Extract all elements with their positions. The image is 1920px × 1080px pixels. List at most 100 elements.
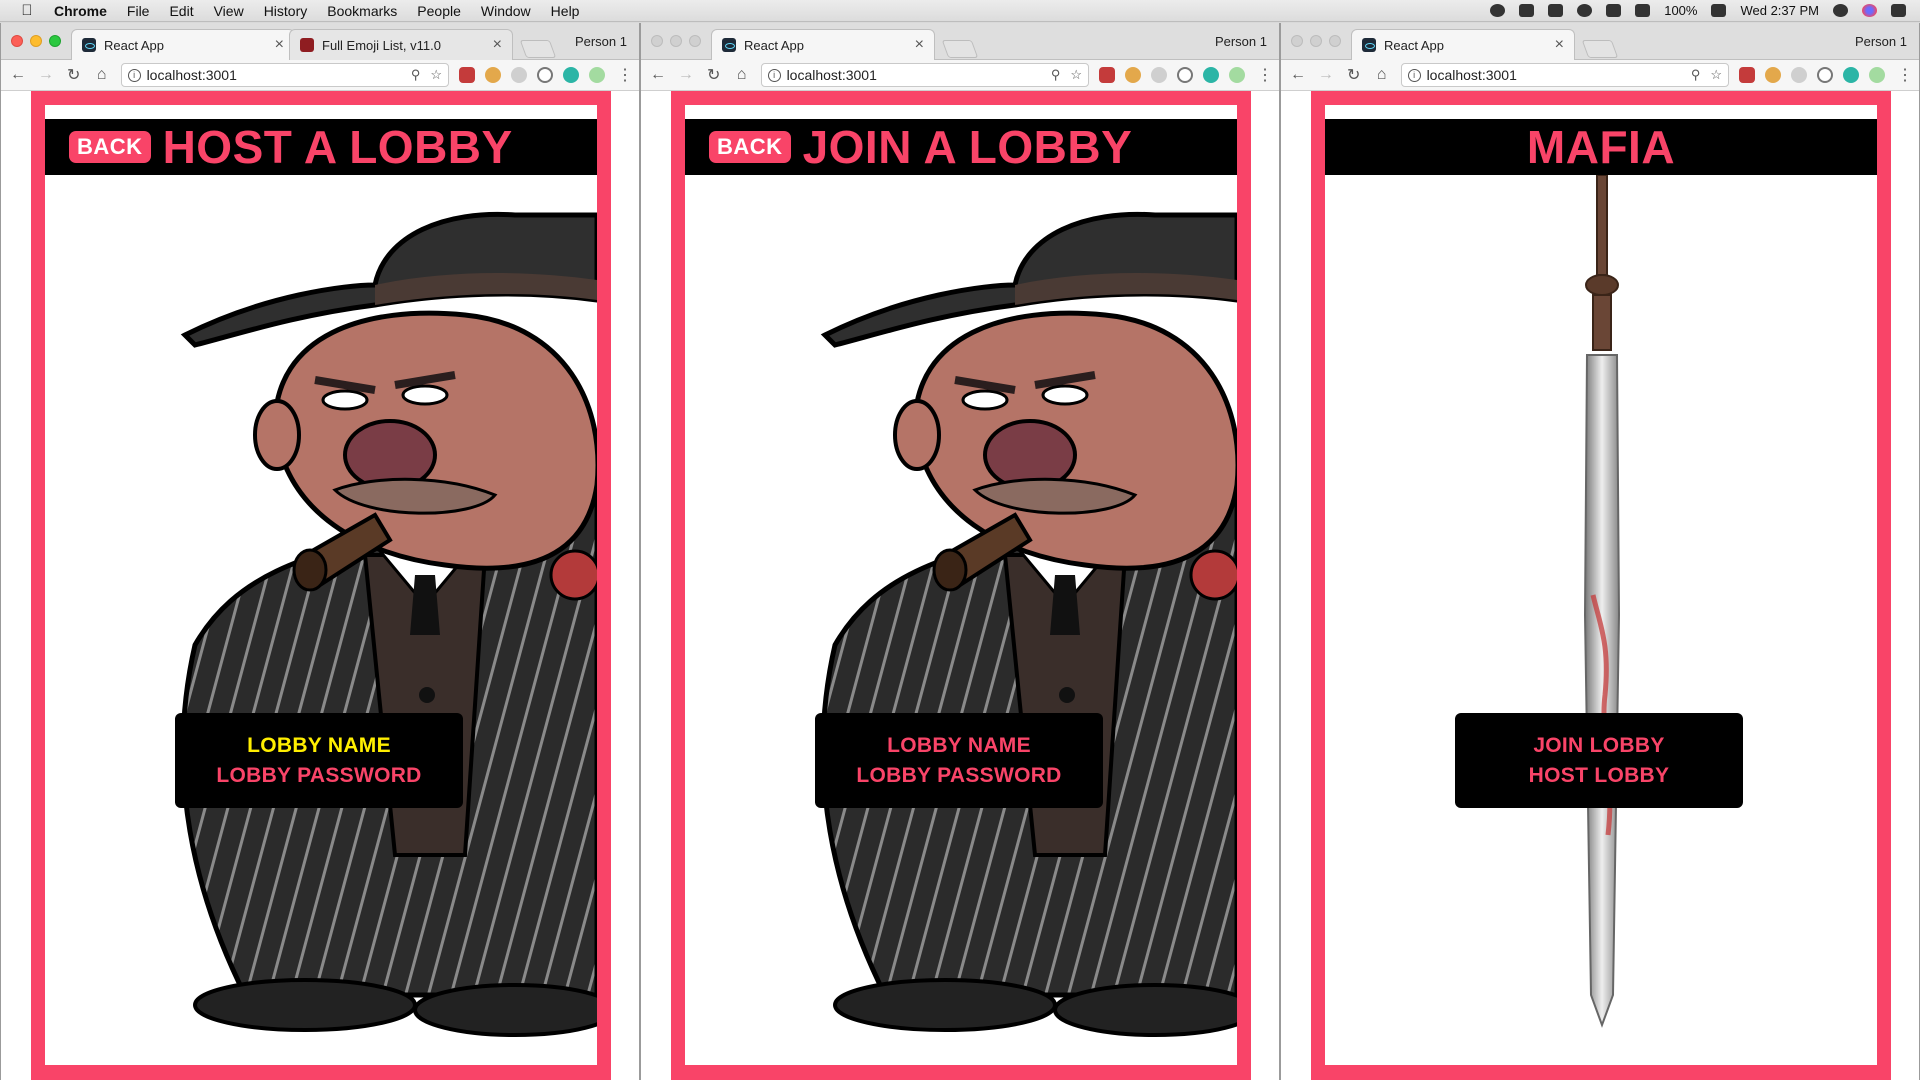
chrome-menu-icon[interactable]: ⋮ [617,65,633,85]
host-lobby-option[interactable]: HOST LOBBY [1529,764,1670,788]
close-tab-icon[interactable]: × [915,36,924,54]
home-icon[interactable]: ⌂ [91,64,113,86]
menu-history[interactable]: History [254,3,318,19]
zoom-icon[interactable]: ⚲ [411,67,421,83]
bluetooth-icon[interactable] [1577,4,1593,17]
close-tab-icon[interactable]: × [493,36,502,54]
tab-react-app[interactable]: React App × [71,29,295,60]
m-extension-icon[interactable] [1203,67,1219,83]
battery-icon[interactable] [1711,4,1727,17]
extension-icon[interactable] [1869,67,1885,83]
info-icon[interactable]: i [127,68,141,82]
extension-icon[interactable] [1099,67,1115,83]
menu-edit[interactable]: Edit [159,3,203,19]
profile-button[interactable]: Person 1 [1215,34,1267,49]
info-icon[interactable]: i [1407,68,1421,82]
extension-icon[interactable] [459,67,475,83]
zoom-window-icon[interactable] [49,35,61,47]
forward-arrow-icon[interactable]: → [35,64,57,86]
close-tab-icon[interactable]: × [1555,36,1564,54]
m-extension-icon[interactable] [563,67,579,83]
menu-view[interactable]: View [204,3,254,19]
wifi-icon[interactable] [1606,4,1622,17]
cookie-extension-icon[interactable] [1765,67,1781,83]
creative-cloud-icon[interactable] [1490,4,1506,17]
back-button[interactable]: BACK [709,131,791,163]
info-icon[interactable]: i [767,68,781,82]
cookie-extension-icon[interactable] [485,67,501,83]
extension-icon[interactable] [1177,67,1193,83]
profile-button[interactable]: Person 1 [575,34,627,49]
address-bar[interactable]: i localhost:3001 ⚲ ☆ [1400,63,1729,87]
cookie-extension-icon[interactable] [1125,67,1141,83]
extension-icon[interactable] [1739,67,1755,83]
extension-icon[interactable] [1229,67,1245,83]
extension-icon[interactable] [589,67,605,83]
volume-icon[interactable] [1635,4,1651,17]
close-window-icon[interactable] [11,35,23,47]
zoom-window-icon[interactable] [1329,35,1341,47]
tab-emoji-list[interactable]: Full Emoji List, v11.0 × [289,29,513,60]
join-lobby-option[interactable]: JOIN LOBBY [1533,734,1664,758]
home-icon[interactable]: ⌂ [731,64,753,86]
tab-react-app[interactable]: React App × [1351,29,1575,60]
reload-icon[interactable]: ↻ [1343,64,1365,86]
extension-icon[interactable] [1817,67,1833,83]
close-window-icon[interactable] [651,35,663,47]
bookmark-star-icon[interactable]: ☆ [1070,67,1082,83]
apple-icon[interactable]:  [10,2,44,19]
m-extension-icon[interactable] [1843,67,1859,83]
forward-arrow-icon[interactable]: → [1315,64,1337,86]
new-tab-button[interactable] [519,40,557,58]
extension-icon[interactable] [537,67,553,83]
back-arrow-icon[interactable]: ← [1287,64,1309,86]
lobby-name-option[interactable]: LOBBY NAME [247,734,391,758]
lobby-password-option[interactable]: LOBBY PASSWORD [856,764,1061,788]
app-title: MAFIA [1526,121,1676,173]
new-tab-button[interactable] [941,40,979,58]
chrome-menu-icon[interactable]: ⋮ [1257,65,1273,85]
siri-icon[interactable] [1862,4,1877,17]
lobby-password-option[interactable]: LOBBY PASSWORD [216,764,421,788]
bookmark-star-icon[interactable]: ☆ [430,67,442,83]
reload-icon[interactable]: ↻ [703,64,725,86]
menu-app-name[interactable]: Chrome [44,3,117,19]
back-button[interactable]: BACK [69,131,151,163]
airplay-icon[interactable] [1548,4,1564,17]
forward-arrow-icon[interactable]: → [675,64,697,86]
tab-react-app[interactable]: React App × [711,29,935,60]
back-arrow-icon[interactable]: ← [647,64,669,86]
evernote-icon[interactable] [1519,4,1535,17]
home-icon[interactable]: ⌂ [1371,64,1393,86]
extension-icon[interactable] [1151,67,1167,83]
address-bar[interactable]: i localhost:3001 ⚲ ☆ [120,63,449,87]
new-tab-button[interactable] [1581,40,1619,58]
minimize-window-icon[interactable] [30,35,42,47]
zoom-icon[interactable]: ⚲ [1691,67,1701,83]
minimize-window-icon[interactable] [1310,35,1322,47]
chrome-menu-icon[interactable]: ⋮ [1897,65,1913,85]
extension-icon[interactable] [1791,67,1807,83]
close-tab-icon[interactable]: × [275,36,284,54]
back-arrow-icon[interactable]: ← [7,64,29,86]
menu-people[interactable]: People [407,3,471,19]
lobby-name-option[interactable]: LOBBY NAME [887,734,1031,758]
menu-help[interactable]: Help [541,3,590,19]
clock[interactable]: Wed 2:37 PM [1740,3,1819,18]
extension-icon[interactable] [511,67,527,83]
close-window-icon[interactable] [1291,35,1303,47]
zoom-icon[interactable]: ⚲ [1051,67,1061,83]
menu-bookmarks[interactable]: Bookmarks [317,3,407,19]
menu-window[interactable]: Window [471,3,541,19]
menu-file[interactable]: File [117,3,160,19]
notification-center-icon[interactable] [1891,4,1906,17]
battery-percent[interactable]: 100% [1664,3,1697,18]
browser-window-join: React App × Person 1 ← → ↻ ⌂ i localhost… [640,23,1280,1080]
bookmark-star-icon[interactable]: ☆ [1710,67,1722,83]
minimize-window-icon[interactable] [670,35,682,47]
zoom-window-icon[interactable] [689,35,701,47]
reload-icon[interactable]: ↻ [63,64,85,86]
address-bar[interactable]: i localhost:3001 ⚲ ☆ [760,63,1089,87]
profile-button[interactable]: Person 1 [1855,34,1907,49]
spotlight-icon[interactable] [1833,4,1848,17]
